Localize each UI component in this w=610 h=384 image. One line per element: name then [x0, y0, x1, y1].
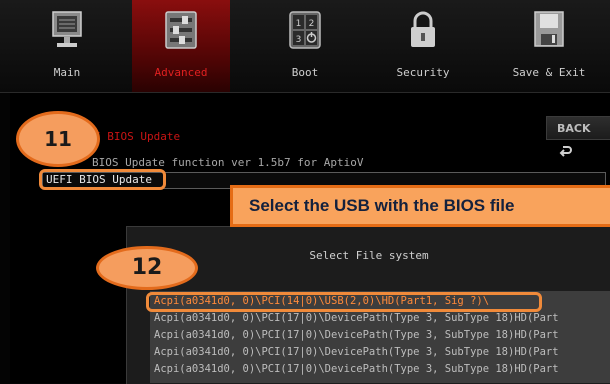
tab-label: Boot	[291, 66, 319, 79]
sliders-icon	[165, 11, 197, 49]
monitor-icon	[52, 11, 82, 47]
svg-text:3: 3	[296, 35, 302, 45]
svg-text:2: 2	[309, 19, 315, 29]
step-12-callout: 12	[96, 246, 198, 290]
back-button[interactable]: BACK	[546, 116, 610, 157]
description-text: BIOS Update function ver 1.5b7 for Aptio…	[92, 156, 364, 169]
tab-label: Save & Exit	[512, 66, 586, 79]
list-item[interactable]: Acpi(a0341d0, 0)\PCI(17|0)\DevicePath(Ty…	[154, 344, 559, 360]
tab-label: Main	[53, 66, 81, 79]
tab-advanced[interactable]: Advanced	[132, 0, 230, 92]
annotation-highlight-option	[39, 169, 166, 190]
svg-text:1: 1	[296, 19, 302, 29]
tab-save-exit[interactable]: Save & Exit	[500, 0, 598, 92]
instruction-banner: Select the USB with the BIOS file	[230, 185, 610, 227]
floppy-disk-icon	[534, 11, 564, 47]
list-item[interactable]: Acpi(a0341d0, 0)\PCI(17|0)\DevicePath(Ty…	[154, 361, 559, 377]
boot-grid-icon: 1 2 3	[289, 11, 321, 49]
list-item[interactable]: Acpi(a0341d0, 0)\PCI(17|0)\DevicePath(Ty…	[154, 327, 559, 343]
tab-boot[interactable]: 1 2 3 Boot	[256, 0, 354, 92]
tab-security[interactable]: Security	[374, 0, 472, 92]
step-11-callout: 11	[16, 111, 100, 167]
padlock-icon	[411, 11, 435, 47]
return-arrow-icon	[559, 146, 572, 157]
annotation-highlight-usb-entry	[146, 292, 542, 312]
tab-label: Advanced	[154, 66, 208, 79]
back-label: BACK	[557, 122, 591, 135]
dialog-title: Select File system	[309, 249, 429, 262]
top-nav-bar: Main Advanced 1 2 3 Boot Security Save &…	[0, 0, 610, 93]
tab-label: Security	[396, 66, 450, 79]
list-item[interactable]: Acpi(a0341d0, 0)\PCI(17|0)\DevicePath(Ty…	[154, 310, 559, 326]
page-title: I BIOS Update	[94, 130, 181, 143]
tab-main[interactable]: Main	[18, 0, 116, 92]
